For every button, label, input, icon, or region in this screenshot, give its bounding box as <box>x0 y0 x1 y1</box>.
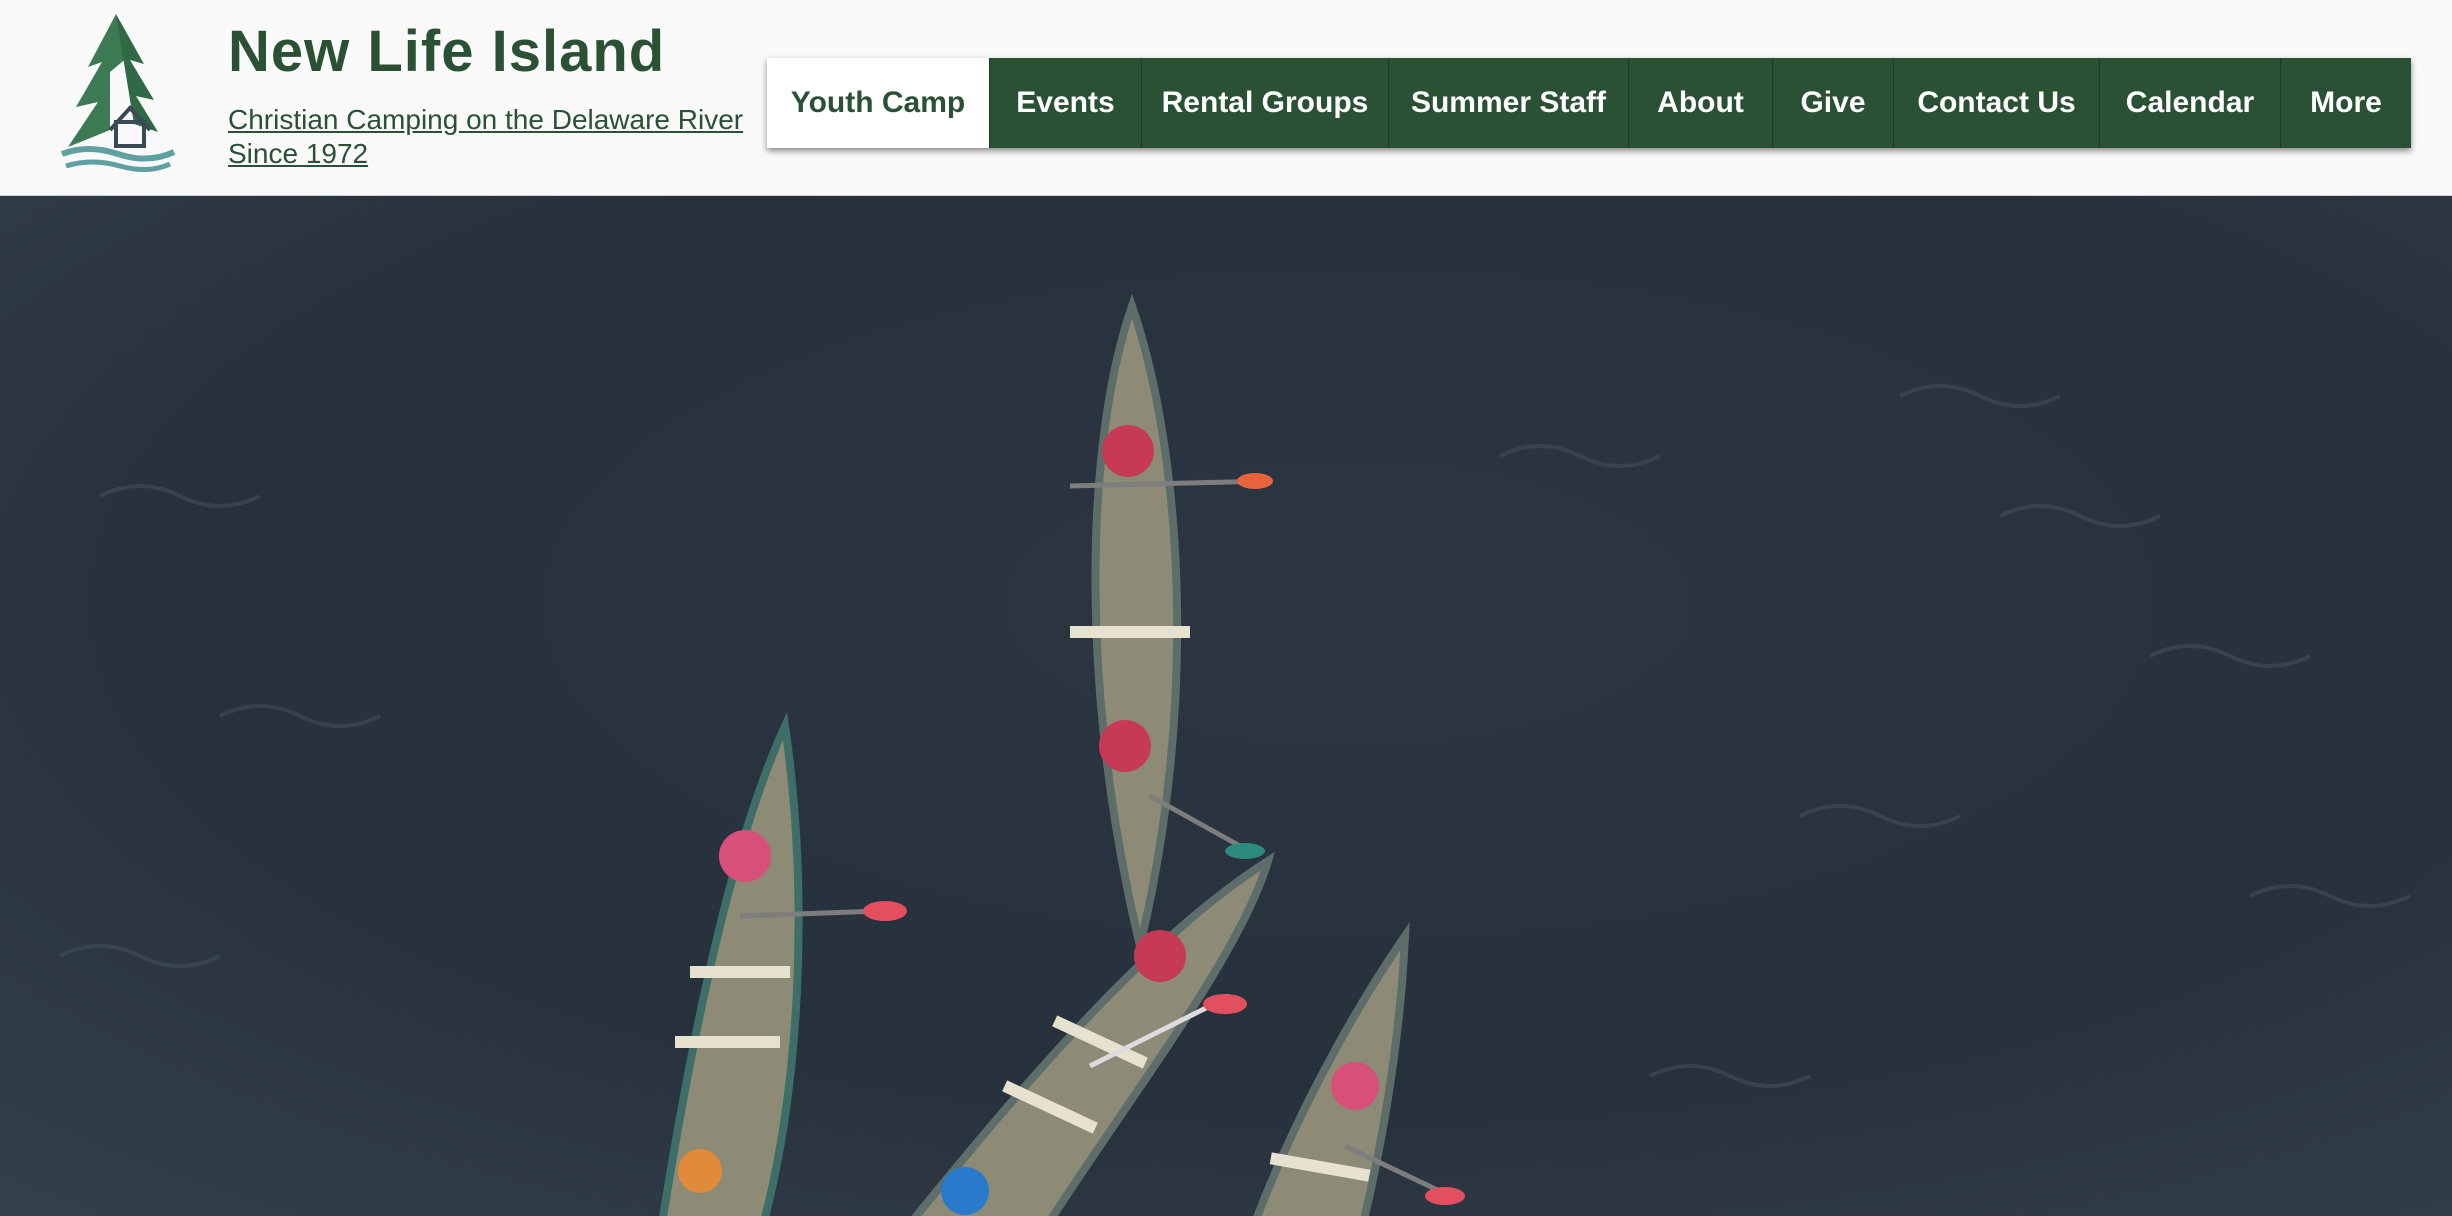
tagline-line-2[interactable]: Since 1972 <box>228 137 743 171</box>
nav-rental-groups[interactable]: Rental Groups <box>1141 58 1388 148</box>
nav-youth-camp[interactable]: Youth Camp <box>767 58 989 148</box>
logo-icon[interactable] <box>58 12 178 172</box>
site-header: New Life Island Christian Camping on the… <box>0 0 2452 196</box>
main-nav: Youth Camp Events Rental Groups Summer S… <box>767 58 2411 148</box>
hero-image <box>0 196 2452 1216</box>
nav-more[interactable]: More <box>2280 58 2411 148</box>
canoes-on-river-image <box>0 196 2452 1216</box>
nav-contact-us[interactable]: Contact Us <box>1893 58 2099 148</box>
nav-about[interactable]: About <box>1628 58 1772 148</box>
tagline-line-1[interactable]: Christian Camping on the Delaware River <box>228 103 743 137</box>
nav-give[interactable]: Give <box>1772 58 1893 148</box>
nav-calendar[interactable]: Calendar <box>2099 58 2280 148</box>
site-title[interactable]: New Life Island <box>228 18 665 85</box>
nav-summer-staff[interactable]: Summer Staff <box>1388 58 1628 148</box>
nav-events[interactable]: Events <box>989 58 1141 148</box>
site-tagline[interactable]: Christian Camping on the Delaware River … <box>228 103 743 171</box>
